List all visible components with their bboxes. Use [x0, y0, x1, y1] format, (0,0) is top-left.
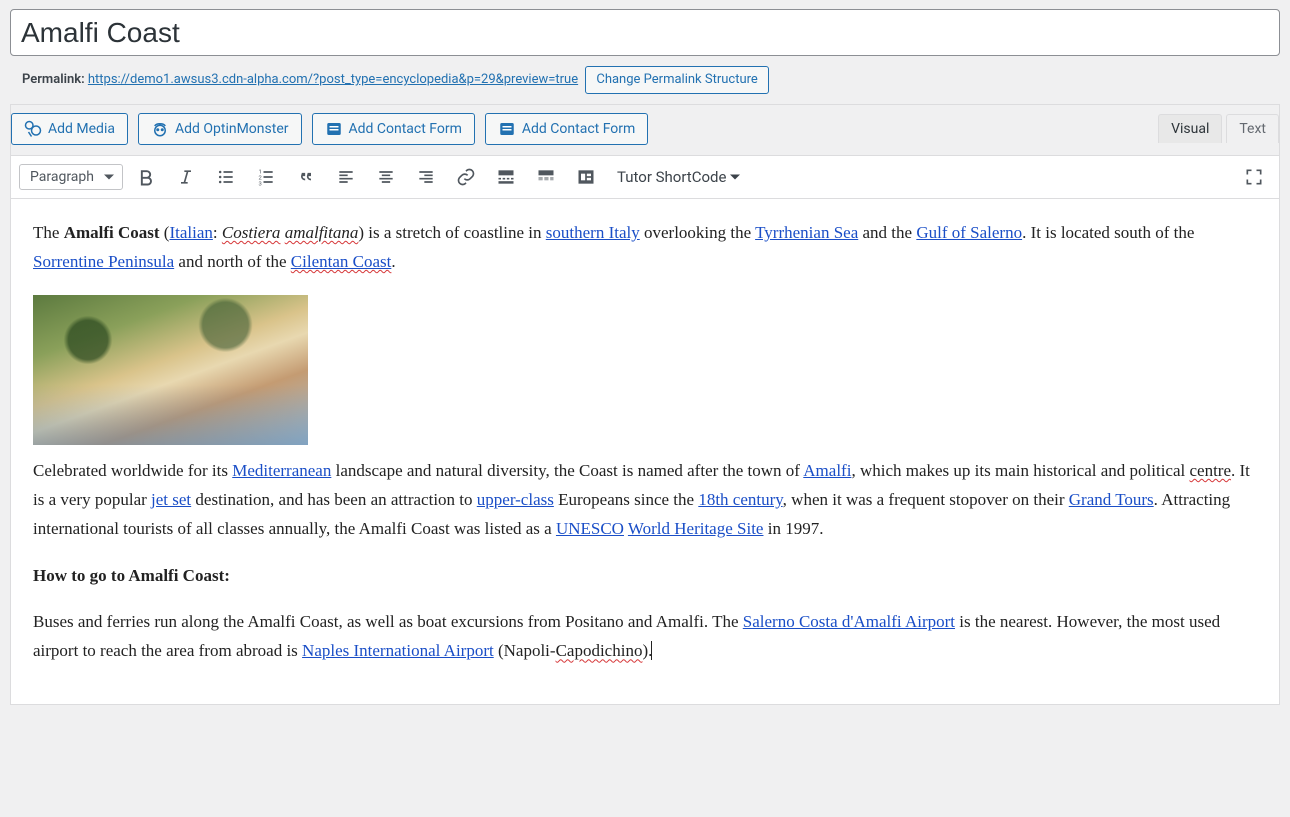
optinmonster-icon	[151, 120, 169, 138]
link-18th-century[interactable]: 18th century	[698, 490, 782, 509]
link-salerno-airport[interactable]: Salerno Costa d'Amalfi Airport	[743, 612, 955, 631]
read-more-button[interactable]	[489, 161, 523, 193]
form-icon	[498, 120, 516, 138]
link-upper-class[interactable]: upper-class	[477, 490, 554, 509]
bold-button[interactable]	[129, 161, 163, 193]
link-sorrentine[interactable]: Sorrentine Peninsula	[33, 252, 174, 271]
link-gulf-salerno[interactable]: Gulf of Salerno	[916, 223, 1022, 242]
change-permalink-button[interactable]: Change Permalink Structure	[585, 66, 768, 94]
link-world-heritage[interactable]: World Heritage Site	[628, 519, 764, 538]
media-icon	[24, 120, 42, 138]
permalink-row: Permalink: https://demo1.awsus3.cdn-alph…	[10, 56, 1280, 94]
blockquote-button[interactable]	[289, 161, 323, 193]
toolbar-toggle-button[interactable]	[529, 161, 563, 193]
format-select-label: Paragraph	[30, 169, 94, 185]
bullet-list-button[interactable]	[209, 161, 243, 193]
link-unesco[interactable]: UNESCO	[556, 519, 624, 538]
insert-block-button[interactable]	[569, 161, 603, 193]
add-optinmonster-button[interactable]: Add OptinMonster	[138, 113, 302, 145]
link-jet-set[interactable]: jet set	[151, 490, 191, 509]
content-image[interactable]	[33, 295, 308, 445]
add-contact-form-button-1[interactable]: Add Contact Form	[312, 113, 475, 145]
align-center-button[interactable]	[369, 161, 403, 193]
tutor-label: Tutor ShortCode	[617, 168, 726, 186]
tutor-shortcode-dropdown[interactable]: Tutor ShortCode	[609, 164, 748, 190]
add-optin-label: Add OptinMonster	[175, 118, 289, 140]
add-media-label: Add Media	[48, 118, 115, 140]
heading-how-to-go: How to go to Amalfi Coast:	[33, 562, 1257, 591]
align-left-button[interactable]	[329, 161, 363, 193]
link-mediterranean[interactable]: Mediterranean	[232, 461, 331, 480]
paragraph-1: The Amalfi Coast (Italian: Costiera amal…	[33, 219, 1257, 277]
italic-button[interactable]	[169, 161, 203, 193]
numbered-list-button[interactable]: 123	[249, 161, 283, 193]
add-media-button[interactable]: Add Media	[11, 113, 128, 145]
svg-text:3: 3	[258, 181, 261, 187]
link-italian[interactable]: Italian	[169, 223, 212, 242]
link-amalfi[interactable]: Amalfi	[803, 461, 851, 480]
add-contact-form-button-2[interactable]: Add Contact Form	[485, 113, 648, 145]
link-cilentan[interactable]: Cilentan Coast	[291, 252, 392, 271]
add-cf-2-label: Add Contact Form	[522, 118, 635, 140]
paragraph-3: Buses and ferries run along the Amalfi C…	[33, 608, 1257, 666]
permalink-label: Permalink:	[22, 72, 85, 87]
paragraph-2: Celebrated worldwide for its Mediterrane…	[33, 457, 1257, 544]
editor-content[interactable]: The Amalfi Coast (Italian: Costiera amal…	[11, 199, 1279, 704]
link-grand-tours[interactable]: Grand Tours	[1069, 490, 1154, 509]
format-select[interactable]: Paragraph	[19, 164, 123, 190]
post-title-input[interactable]	[10, 9, 1280, 56]
link-tyrrhenian-sea[interactable]: Tyrrhenian Sea	[755, 223, 858, 242]
fullscreen-button[interactable]	[1237, 161, 1271, 193]
link-southern-italy[interactable]: southern Italy	[546, 223, 640, 242]
link-button[interactable]	[449, 161, 483, 193]
permalink-url-link[interactable]: https://demo1.awsus3.cdn-alpha.com/?post…	[88, 72, 578, 87]
align-right-button[interactable]	[409, 161, 443, 193]
tab-text[interactable]: Text	[1226, 114, 1279, 143]
form-icon	[325, 120, 343, 138]
tab-visual[interactable]: Visual	[1158, 114, 1222, 143]
add-cf-1-label: Add Contact Form	[349, 118, 462, 140]
link-naples-airport[interactable]: Naples International Airport	[302, 641, 494, 660]
